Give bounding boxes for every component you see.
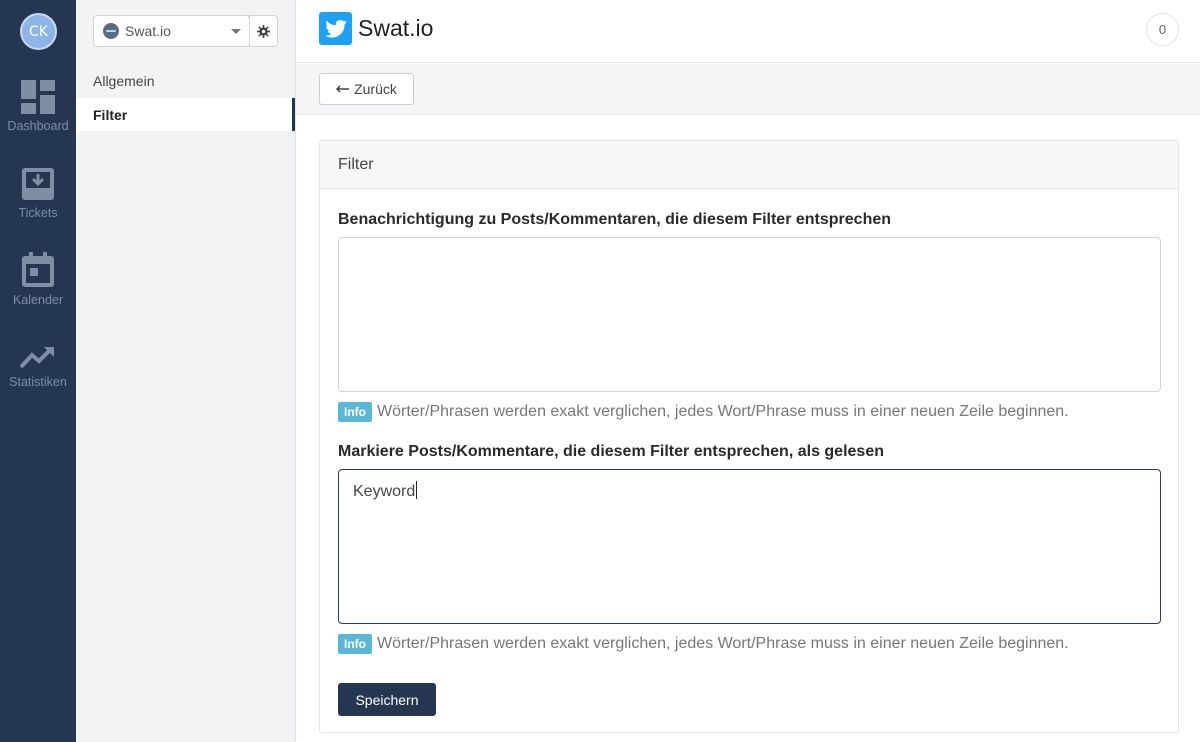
notify-filter-help: Info Wörter/Phrasen werden exakt verglic… [338, 402, 1069, 422]
text-cursor [416, 481, 418, 499]
notify-filter-label: Benachrichtigung zu Posts/Kommentaren, d… [338, 211, 892, 228]
notify-filter-help-text: Wörter/Phrasen werden exakt verglichen, … [377, 403, 1069, 420]
mark-read-filter-label: Markiere Posts/Kommentare, die diesem Fi… [338, 443, 884, 460]
filter-panel: Filter Benachrichtigung zu Posts/Komment… [319, 140, 1179, 733]
account-avatar-icon [103, 23, 119, 39]
info-badge: Info [338, 634, 372, 654]
rail-item-tickets[interactable]: Tickets [0, 167, 76, 220]
rail-item-dashboard[interactable]: Dashboard [0, 80, 76, 133]
mark-read-filter-help-text: Wörter/Phrasen werden exakt verglichen, … [377, 635, 1069, 652]
tickets-icon [22, 168, 54, 200]
account-select[interactable]: Swat.io [93, 15, 250, 47]
rail-label-dashboard: Dashboard [7, 119, 69, 133]
back-button-label: Zurück [354, 81, 397, 97]
chevron-down-icon [231, 29, 241, 34]
mark-read-filter-value: Keyword [353, 483, 416, 500]
rail-item-statistics[interactable]: Statistiken [0, 344, 76, 389]
sidebar-item-filter[interactable]: Filter [76, 98, 295, 131]
gear-icon [257, 24, 270, 38]
rail-item-calendar[interactable]: Kalender [0, 252, 76, 307]
mark-read-filter-help: Info Wörter/Phrasen werden exakt verglic… [338, 634, 1069, 654]
notification-count-badge[interactable]: 0 [1146, 13, 1179, 46]
rail-label-statistics: Statistiken [9, 375, 67, 389]
user-avatar[interactable]: CK [20, 13, 57, 50]
page-title: Swat.io [358, 15, 434, 41]
notify-filter-textarea[interactable] [338, 237, 1161, 392]
back-button[interactable]: Zurück [319, 73, 414, 105]
arrow-left-icon [336, 85, 350, 93]
mark-read-filter-textarea[interactable]: Keyword [338, 469, 1161, 624]
account-name: Swat.io [125, 23, 171, 39]
sidebar-item-allgemein[interactable]: Allgemein [76, 64, 295, 97]
page-header: Swat.io 0 [296, 0, 1200, 63]
save-button[interactable]: Speichern [338, 683, 436, 716]
rail-label-calendar: Kalender [12, 293, 64, 307]
rail-label-tickets: Tickets [18, 206, 58, 220]
calendar-icon [22, 252, 54, 287]
settings-sidebar: Swat.io Allgemein Filter [76, 0, 296, 742]
main-nav-rail: CK Dashboard Tickets Kalender Statistike… [0, 0, 76, 742]
dashboard-icon [21, 80, 55, 114]
twitter-icon [319, 12, 352, 45]
info-badge: Info [338, 402, 372, 422]
account-settings-button[interactable] [249, 15, 278, 47]
stats-icon [20, 347, 54, 369]
panel-title: Filter [320, 141, 1178, 189]
toolbar: Zurück [296, 64, 1200, 115]
